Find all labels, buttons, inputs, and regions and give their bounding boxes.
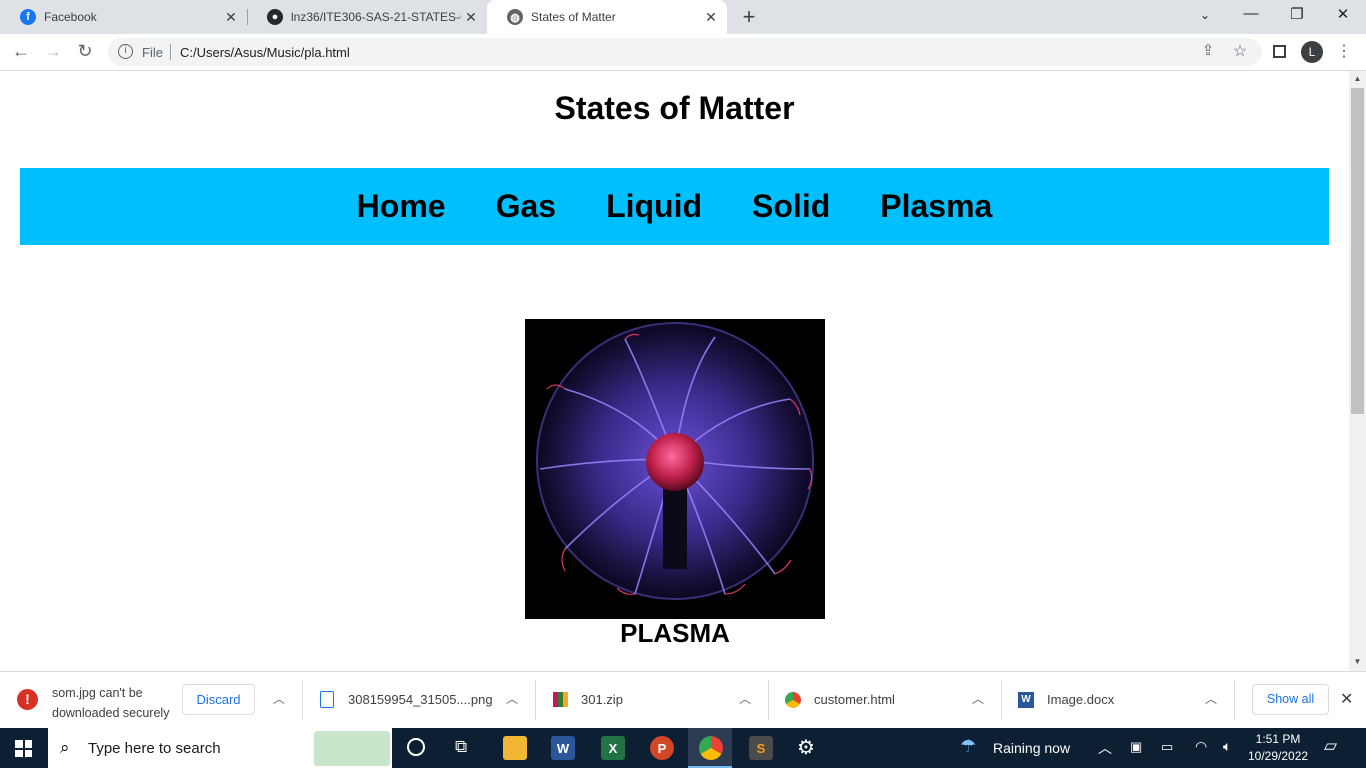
discard-button[interactable]: Discard xyxy=(182,684,255,715)
settings-gear-icon[interactable]: ⚙ xyxy=(797,735,815,760)
image-caption: PLASMA xyxy=(620,618,730,648)
battery-icon[interactable]: ▭ xyxy=(1161,739,1173,755)
cortana-icon[interactable] xyxy=(407,738,425,756)
search-icon: ⌕ xyxy=(60,738,70,757)
download-separator xyxy=(1234,680,1235,720)
download-separator xyxy=(1001,680,1002,720)
weather-text[interactable]: Raining now xyxy=(993,740,1070,756)
download-filename: 308159954_31505....png xyxy=(348,692,493,707)
plasma-ball-image xyxy=(525,319,825,619)
download-separator xyxy=(768,680,769,720)
nav-gas[interactable]: Gas xyxy=(496,188,556,225)
reload-icon[interactable]: ↻ xyxy=(73,41,97,62)
tab-facebook[interactable]: f Facebook ✕ xyxy=(0,0,247,34)
tray-chevron-up-icon[interactable]: ︿ xyxy=(1098,738,1112,758)
chevron-up-icon[interactable]: ︿ xyxy=(271,690,287,707)
warning-line2: downloaded securely xyxy=(52,706,170,720)
show-all-button[interactable]: Show all xyxy=(1252,684,1329,715)
scroll-thumb[interactable] xyxy=(1351,88,1364,414)
chrome-app-icon[interactable] xyxy=(699,736,723,760)
weather-rain-icon[interactable]: ☂ xyxy=(960,736,976,757)
excel-app-icon[interactable]: X xyxy=(601,736,625,760)
menu-kebab-icon[interactable]: ⋮ xyxy=(1332,41,1356,61)
download-filename: Image.docx xyxy=(1047,692,1115,707)
download-separator xyxy=(302,680,303,720)
download-warning: som.jpg can't be downloaded securely xyxy=(52,683,169,723)
warning-line1: som.jpg can't be xyxy=(52,686,143,700)
error-icon: ! xyxy=(17,689,38,710)
download-item[interactable]: W Image.docx xyxy=(1018,671,1114,728)
meet-now-icon[interactable]: ▣ xyxy=(1130,739,1142,755)
page-title: States of Matter xyxy=(554,90,795,126)
word-icon: W xyxy=(1018,691,1034,708)
tab-title: States of Matter xyxy=(531,10,616,24)
share-icon[interactable]: ⇪ xyxy=(1196,41,1220,59)
plasma-ball-graphic xyxy=(536,322,814,600)
zip-file-icon xyxy=(553,692,568,707)
url-text[interactable]: C:/Users/Asus/Music/pla.html xyxy=(180,45,350,60)
wifi-icon[interactable]: ◠ xyxy=(1195,738,1207,755)
nav-liquid[interactable]: Liquid xyxy=(606,188,702,225)
minimize-button[interactable]: — xyxy=(1236,5,1266,22)
close-tab-icon[interactable]: ✕ xyxy=(703,9,719,26)
nav-home[interactable]: Home xyxy=(357,188,446,225)
scroll-up-arrow[interactable]: ▲ xyxy=(1349,74,1366,83)
chevron-up-icon[interactable]: ︿ xyxy=(1203,690,1219,707)
github-icon: ● xyxy=(267,9,283,25)
restore-button[interactable]: ❐ xyxy=(1282,5,1312,23)
tab-title: lnz36/ITE306-SAS-21-STATES-OF xyxy=(291,10,461,24)
task-view-icon[interactable]: ⧉ xyxy=(455,737,467,757)
side-panel-icon[interactable] xyxy=(1273,45,1286,58)
close-downloads-icon[interactable]: ✕ xyxy=(1340,689,1353,709)
profile-avatar[interactable]: L xyxy=(1301,41,1323,63)
image-file-icon xyxy=(320,691,334,708)
search-placeholder: Type here to search xyxy=(88,740,221,757)
download-item[interactable]: 308159954_31505....png xyxy=(320,671,493,728)
clock-date: 10/29/2022 xyxy=(1248,749,1309,763)
chrome-icon xyxy=(785,691,801,708)
download-filename: 301.zip xyxy=(581,692,623,707)
windows-start-icon[interactable] xyxy=(15,740,32,757)
nav-solid[interactable]: Solid xyxy=(752,188,830,225)
bookmark-star-icon[interactable]: ☆ xyxy=(1228,41,1252,61)
scheme-label: File xyxy=(142,45,163,60)
download-separator xyxy=(535,680,536,720)
clock[interactable]: 1:51 PM 10/29/2022 xyxy=(1248,731,1308,765)
omnibox-divider xyxy=(170,44,171,60)
forward-icon[interactable]: → xyxy=(41,41,65,62)
new-tab-button[interactable]: + xyxy=(737,4,761,30)
download-item[interactable]: customer.html xyxy=(785,671,895,728)
word-app-icon[interactable]: W xyxy=(551,736,575,760)
chevron-up-icon[interactable]: ︿ xyxy=(504,690,520,707)
clock-time: 1:51 PM xyxy=(1255,732,1301,746)
download-filename: customer.html xyxy=(814,692,895,707)
volume-icon[interactable]: 🔈︎ xyxy=(1223,738,1231,755)
nav-plasma[interactable]: Plasma xyxy=(880,188,992,225)
facebook-icon: f xyxy=(20,9,36,25)
back-icon[interactable]: ← xyxy=(9,41,33,62)
info-icon[interactable]: i xyxy=(118,44,133,59)
chevron-up-icon[interactable]: ︿ xyxy=(970,690,986,707)
close-tab-icon[interactable]: ✕ xyxy=(223,9,239,26)
download-item[interactable]: 301.zip xyxy=(553,671,623,728)
tab-states-of-matter[interactable]: ◍ States of Matter ✕ xyxy=(487,0,727,34)
tab-title: Facebook xyxy=(44,10,97,24)
close-window-button[interactable]: ✕ xyxy=(1328,5,1358,23)
sublime-app-icon[interactable]: S xyxy=(749,736,773,760)
scroll-down-arrow[interactable]: ▼ xyxy=(1349,657,1366,666)
notifications-icon[interactable]: ▱ xyxy=(1324,736,1337,756)
powerpoint-app-icon[interactable]: P xyxy=(650,736,674,760)
main-nav: Home Gas Liquid Solid Plasma xyxy=(20,168,1329,245)
chevron-up-icon[interactable]: ︿ xyxy=(737,690,753,707)
tab-github[interactable]: ● lnz36/ITE306-SAS-21-STATES-OF ✕ xyxy=(247,0,487,34)
tab-search-icon[interactable]: ⌄ xyxy=(1190,8,1220,22)
globe-icon: ◍ xyxy=(507,9,523,25)
close-tab-icon[interactable]: ✕ xyxy=(463,9,479,26)
file-explorer-icon[interactable] xyxy=(503,736,527,760)
search-highlights-graphic xyxy=(314,731,390,766)
